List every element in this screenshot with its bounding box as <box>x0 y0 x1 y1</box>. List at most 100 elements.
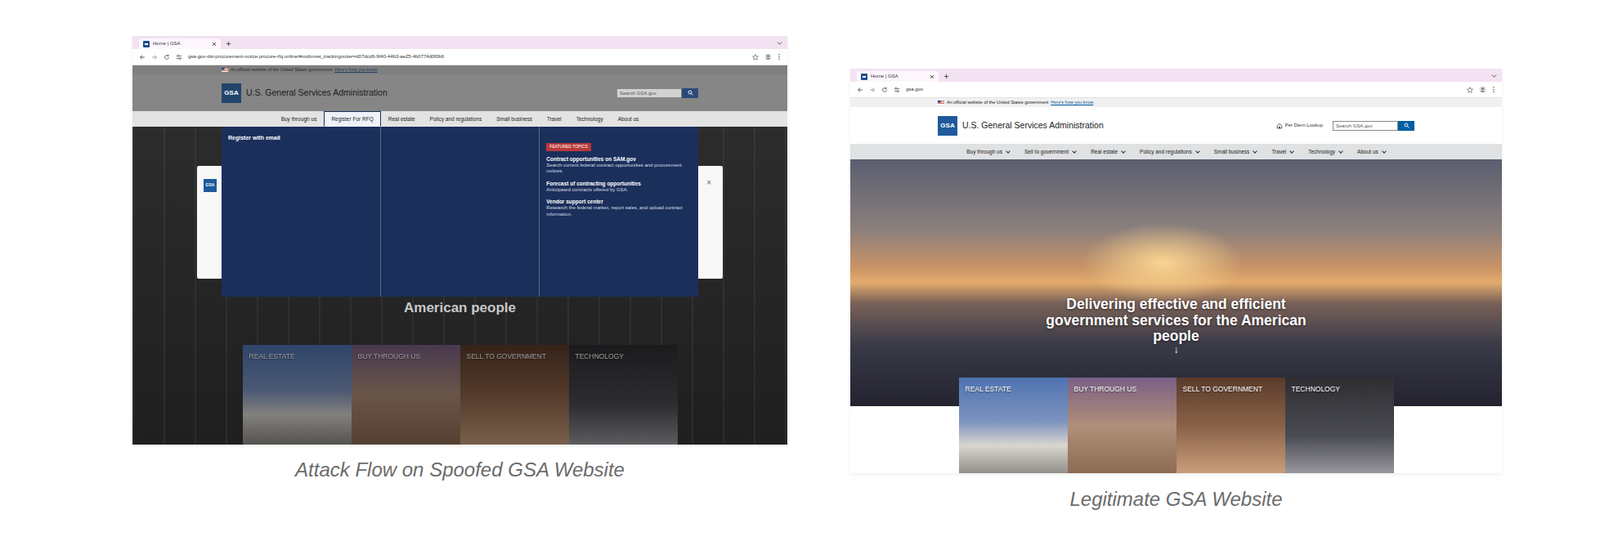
tab-list-icon[interactable] <box>776 40 783 46</box>
nav-item[interactable]: Register For RFQ <box>323 111 381 127</box>
nav-label[interactable]: Small business <box>1214 147 1251 157</box>
featured-desc: Search current federal contract opportun… <box>546 162 692 175</box>
modal-close[interactable]: × <box>706 179 712 188</box>
hero-text: American people <box>132 300 788 316</box>
reload-icon[interactable] <box>163 53 171 61</box>
banner-link[interactable]: Here's how you know <box>1050 98 1094 106</box>
search-button[interactable] <box>1398 121 1415 131</box>
gsa-logo[interactable]: GSA <box>937 116 958 136</box>
bookmark-star-icon[interactable] <box>1466 86 1474 94</box>
search-button[interactable] <box>681 88 699 99</box>
forward-icon[interactable] <box>869 86 876 94</box>
tab-list-icon[interactable] <box>1491 72 1497 79</box>
nav-label[interactable]: Technology <box>576 115 604 124</box>
address-bar: gsa-gov-dst-procurement-notice.procure-r… <box>132 49 788 66</box>
nav-item[interactable]: Technology <box>1300 143 1350 160</box>
featured-badge: FEATURED TOPICS <box>546 143 591 152</box>
menu-icon[interactable] <box>777 53 781 61</box>
featured-link[interactable]: Contract opportunities on SAM.gov <box>546 156 692 163</box>
banner-text: An official website of the United States… <box>946 98 1049 106</box>
nav-label[interactable]: About us <box>1357 147 1379 157</box>
nav-label[interactable]: Buy through us <box>281 115 318 124</box>
favicon-icon <box>860 73 868 81</box>
per-diem-label[interactable]: Per Diem Lookup <box>1285 121 1323 130</box>
nav-label[interactable]: Register For RFQ <box>331 115 373 124</box>
nav-item[interactable]: Small business <box>488 111 540 127</box>
topic-tile[interactable]: SELL TO GOVERNMENT <box>1176 377 1286 474</box>
url-field[interactable]: gsa.gov <box>905 85 1462 94</box>
per-diem-link[interactable]: Per Diem Lookup <box>1276 121 1323 130</box>
nav-label[interactable]: Travel <box>546 115 562 124</box>
topic-tiles: REAL ESTATEBUY THROUGH USSELL TO GOVERNM… <box>959 377 1394 474</box>
nav-item[interactable]: Policy and regulations <box>1132 143 1207 160</box>
search-input[interactable] <box>616 88 682 99</box>
browser-tab[interactable]: Home | GSA <box>138 38 221 50</box>
forward-icon[interactable] <box>151 53 158 61</box>
menu-icon[interactable] <box>1492 85 1496 94</box>
browser-tab[interactable]: Home | GSA <box>856 71 939 82</box>
web-page: An official website of the United States… <box>850 98 1502 474</box>
profile-icon[interactable] <box>764 53 772 61</box>
nav-item[interactable]: Buy through us <box>273 111 325 127</box>
topic-tile[interactable]: TECHNOLOGY <box>1285 377 1394 474</box>
nav-label[interactable]: Technology <box>1308 147 1336 157</box>
nav-item[interactable]: Sell to government <box>1017 143 1084 160</box>
search-input[interactable] <box>1332 121 1399 131</box>
nav-item[interactable]: About us <box>610 111 647 127</box>
topic-tile[interactable]: BUY THROUGH US <box>351 345 461 445</box>
featured-link[interactable]: Vendor support center <box>546 198 692 206</box>
browser-window: Home | GSA gsa-gov-dst-procurement-notice… <box>132 35 788 445</box>
site-info-icon[interactable] <box>893 86 901 94</box>
search-icon[interactable] <box>687 89 694 96</box>
close-tab-icon[interactable] <box>211 41 217 47</box>
back-icon[interactable] <box>138 53 146 61</box>
nav-label[interactable]: Policy and regulations <box>1139 147 1193 157</box>
caption: Legitimate GSA Website <box>850 489 1502 510</box>
nav-item[interactable]: Real estate <box>1083 143 1133 160</box>
gsa-logo[interactable]: GSA <box>221 83 242 104</box>
topic-tile[interactable]: SELL TO GOVERNMENT <box>460 345 570 445</box>
reload-icon[interactable] <box>881 86 888 94</box>
site-info-icon[interactable] <box>175 53 183 61</box>
nav-label[interactable]: Real estate <box>1090 147 1118 157</box>
close-tab-icon[interactable] <box>929 74 935 80</box>
tab-title[interactable]: Home | GSA <box>870 72 927 81</box>
site-title[interactable]: U.S. General Services Administration <box>246 86 388 100</box>
nav-item[interactable]: Buy through us <box>959 143 1018 160</box>
tab-title[interactable]: Home | GSA <box>152 40 209 48</box>
bookmark-star-icon[interactable] <box>752 53 759 61</box>
nav-item[interactable]: Real estate <box>380 111 423 127</box>
topic-tile[interactable]: TECHNOLOGY <box>569 345 678 445</box>
hero-text: Delivering effective and efficient <box>850 296 1502 314</box>
nav-item[interactable]: About us <box>1349 143 1394 160</box>
nav-item[interactable]: Travel <box>1263 143 1301 160</box>
nav-label[interactable]: Sell to government <box>1024 147 1069 157</box>
site-title[interactable]: U.S. General Services Administration <box>962 119 1104 133</box>
nav-item[interactable]: Small business <box>1206 143 1265 160</box>
nav-label[interactable]: Travel <box>1271 147 1287 157</box>
gov-banner: An official website of the United States… <box>850 98 1502 108</box>
back-icon[interactable] <box>856 86 864 94</box>
nav-label[interactable]: Buy through us <box>966 147 1003 157</box>
nav-label[interactable]: Small business <box>496 115 533 124</box>
scroll-arrow[interactable]: ↓ <box>850 345 1502 355</box>
topic-tile[interactable]: BUY THROUGH US <box>1067 377 1177 474</box>
nav-label[interactable]: About us <box>618 115 640 124</box>
featured-link[interactable]: Forecast of contracting opportunities <box>546 180 692 188</box>
nav-label[interactable]: Policy and regulations <box>430 115 483 124</box>
profile-icon[interactable] <box>1478 85 1487 94</box>
favicon-icon <box>143 40 150 48</box>
featured-desc: Research the federal market, report sale… <box>546 205 692 218</box>
new-tab-icon[interactable] <box>943 73 950 80</box>
nav-label[interactable]: Real estate <box>388 115 416 124</box>
register-email-link[interactable]: Register with email <box>228 134 374 144</box>
nav-item[interactable]: Technology <box>569 111 611 127</box>
url-field[interactable]: gsa-gov-dst-procurement-notice.procure-r… <box>188 53 747 61</box>
topic-tile[interactable]: REAL ESTATE <box>242 345 352 445</box>
search-icon[interactable] <box>1403 122 1410 129</box>
nav-item[interactable]: Policy and regulations <box>422 111 490 127</box>
nav-item[interactable]: Travel <box>539 111 570 127</box>
banner-link[interactable]: Here's how you know <box>334 66 377 73</box>
topic-tile[interactable]: REAL ESTATE <box>959 377 1068 474</box>
new-tab-icon[interactable] <box>225 40 232 47</box>
